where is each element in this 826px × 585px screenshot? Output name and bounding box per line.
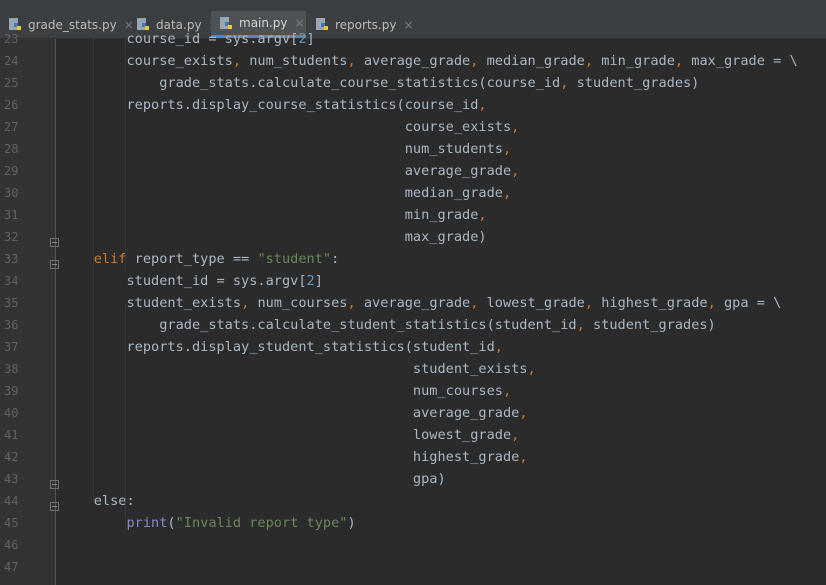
- code-text: elif report_type == "student":: [61, 251, 340, 267]
- line-number: 35: [4, 296, 19, 310]
- line-number: 25: [4, 76, 19, 90]
- line-number: 31: [4, 208, 19, 222]
- line-number: 24: [4, 54, 19, 68]
- code-text: num_students,: [61, 141, 512, 157]
- fold-marker-icon[interactable]: [50, 232, 59, 247]
- code-line[interactable]: 24 course_exists, num_students, average_…: [0, 50, 826, 72]
- code-editor[interactable]: 23 course_id = sys.argv[2] 24 course_exis…: [0, 31, 826, 585]
- line-number: 32: [4, 230, 19, 244]
- code-line[interactable]: 45 print("Invalid report type"): [0, 512, 826, 534]
- code-line[interactable]: 30 median_grade,: [0, 182, 826, 204]
- line-number: 38: [4, 362, 19, 376]
- indent-guide: [125, 39, 126, 274]
- code-text: grade_stats.calculate_course_statistics(…: [61, 75, 700, 91]
- code-text: highest_grade,: [61, 449, 528, 465]
- code-line[interactable]: 36 grade_stats.calculate_student_statist…: [0, 314, 826, 336]
- line-number: 26: [4, 98, 19, 112]
- code-line[interactable]: 37 reports.display_student_statistics(st…: [0, 336, 826, 358]
- line-number: 37: [4, 340, 19, 354]
- code-line[interactable]: 44 else:: [0, 490, 826, 512]
- code-line[interactable]: 33 elif report_type == "student":: [0, 248, 826, 270]
- line-number: 45: [4, 516, 19, 530]
- line-number: 36: [4, 318, 19, 332]
- code-line[interactable]: 38 student_exists,: [0, 358, 826, 380]
- code-line[interactable]: 47: [0, 556, 826, 578]
- line-number: 34: [4, 274, 19, 288]
- code-line[interactable]: 34 student_id = sys.argv[2]: [0, 270, 826, 292]
- code-text: print("Invalid report type"): [126, 515, 356, 531]
- line-number: 33: [4, 252, 19, 266]
- window-top-strip: [0, 0, 826, 11]
- code-text: num_courses,: [61, 383, 512, 399]
- code-text: else:: [61, 493, 135, 509]
- fold-marker-icon[interactable]: [50, 254, 59, 269]
- code-text: course_exists,: [61, 119, 520, 135]
- line-number: 29: [4, 164, 19, 178]
- line-number: 44: [4, 494, 19, 508]
- code-line[interactable]: 42 highest_grade,: [0, 446, 826, 468]
- code-text: student_exists,: [61, 361, 536, 377]
- line-number: 30: [4, 186, 19, 200]
- code-line[interactable]: 28 num_students,: [0, 138, 826, 160]
- line-number: 28: [4, 142, 19, 156]
- code-line[interactable]: 32 max_grade): [0, 226, 826, 248]
- line-number: 46: [4, 538, 19, 552]
- code-line[interactable]: 31 min_grade,: [0, 204, 826, 226]
- code-text: student_id = sys.argv[2]: [61, 273, 323, 289]
- code-line[interactable]: 41 lowest_grade,: [0, 424, 826, 446]
- line-number: 40: [4, 406, 19, 420]
- line-number: 43: [4, 472, 19, 486]
- line-number: 27: [4, 120, 19, 134]
- code-line[interactable]: 26 reports.display_course_statistics(cou…: [0, 94, 826, 116]
- code-text: course_exists, num_students, average_gra…: [61, 53, 798, 69]
- code-text: average_grade,: [61, 163, 520, 179]
- code-text: median_grade,: [61, 185, 512, 201]
- code-text: reports.display_student_statistics(stude…: [61, 339, 503, 355]
- code-text: course_id = sys.argv[2]: [61, 31, 315, 47]
- code-line[interactable]: 25 grade_stats.calculate_course_statisti…: [0, 72, 826, 94]
- code-line[interactable]: 27 course_exists,: [0, 116, 826, 138]
- indent-guide: [93, 39, 94, 499]
- indent-guide: [125, 304, 126, 529]
- code-line[interactable]: 35 student_exists, num_courses, average_…: [0, 292, 826, 314]
- code-text: average_grade,: [61, 405, 528, 421]
- line-number: 41: [4, 428, 19, 442]
- code-line[interactable]: 43 gpa): [0, 468, 826, 490]
- code-text: grade_stats.calculate_student_statistics…: [61, 317, 716, 333]
- code-line[interactable]: 29 average_grade,: [0, 160, 826, 182]
- line-number: 39: [4, 384, 19, 398]
- line-number: 47: [4, 560, 19, 574]
- code-line[interactable]: 23 course_id = sys.argv[2]: [0, 28, 826, 50]
- line-number: 42: [4, 450, 19, 464]
- code-line[interactable]: 39 num_courses,: [0, 380, 826, 402]
- code-line[interactable]: 46: [0, 534, 826, 556]
- code-text: lowest_grade,: [61, 427, 520, 443]
- line-number: 23: [4, 32, 19, 46]
- code-text: student_exists, num_courses, average_gra…: [61, 295, 782, 311]
- code-text: gpa): [61, 471, 446, 487]
- fold-marker-icon[interactable]: [50, 496, 59, 511]
- code-line[interactable]: 40 average_grade,: [0, 402, 826, 424]
- fold-marker-icon[interactable]: [50, 474, 59, 489]
